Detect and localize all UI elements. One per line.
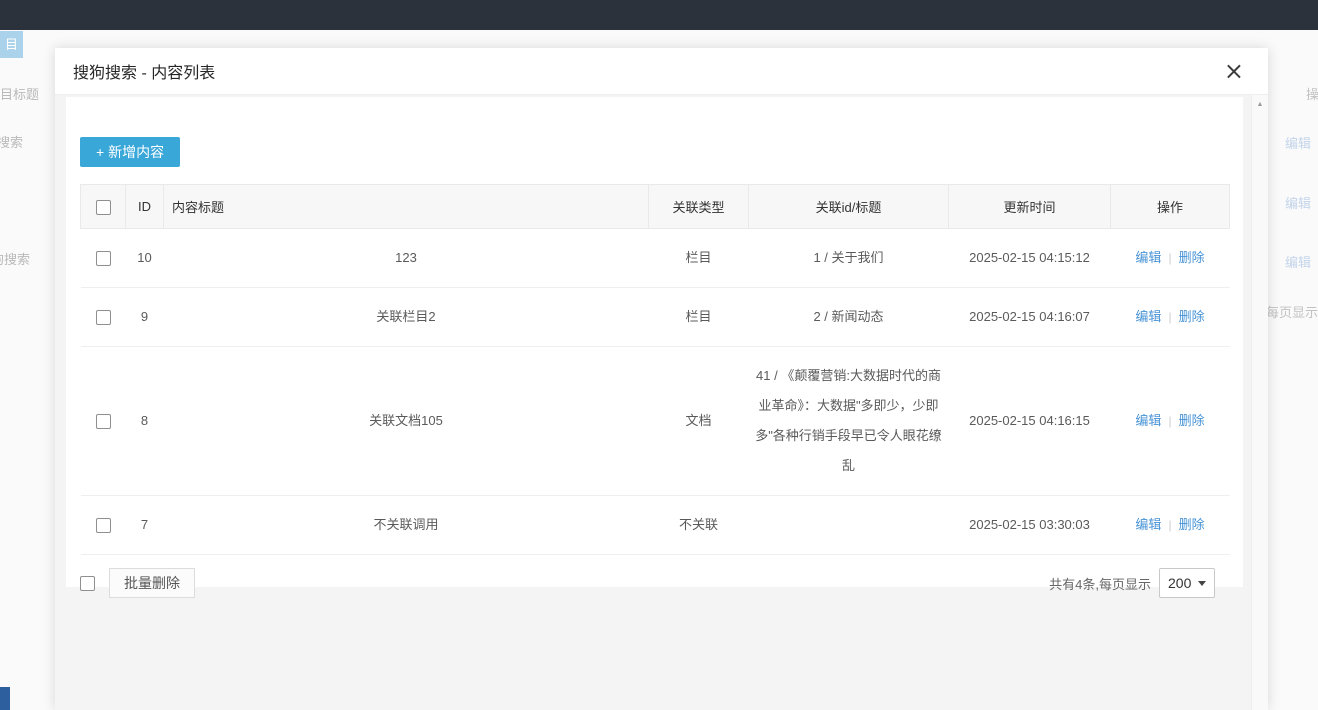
row-type: 栏目 [649,288,749,347]
bg-edit-link: 编辑 [1285,133,1311,152]
footer-select-all-checkbox[interactable] [80,576,95,591]
modal-header: 搜狗搜索 - 内容列表 × [55,48,1268,95]
edit-link[interactable]: 编辑 [1135,309,1161,324]
page-background: 目 目标题 搜索 狗搜索 操 编辑 编辑 编辑 每页显示 搜狗搜索 - 内容列表… [0,0,1318,710]
row-checkbox-cell [81,496,126,555]
content-card: + 新增内容 ID 内容标题 关联类型 关联id/标题 更新时间 操作 [66,97,1243,587]
select-all-checkbox[interactable] [96,200,111,215]
row-checkbox-cell [81,229,126,288]
row-checkbox[interactable] [96,414,111,429]
row-time: 2025-02-15 04:15:12 [949,229,1111,288]
row-relation: 2 / 新闻动态 [749,288,949,347]
row-title: 关联栏目2 [164,288,649,347]
row-relation: 1 / 关于我们 [749,229,949,288]
row-time: 2025-02-15 04:16:15 [949,347,1111,496]
bg-pagesize-label: 每页显示 [1266,302,1318,321]
table-header: ID 内容标题 关联类型 关联id/标题 更新时间 操作 [81,185,1230,229]
table-row: 10123栏目1 / 关于我们2025-02-15 04:15:12 编辑 | 删除 [81,229,1230,288]
bg-actions-column-header: 操 [1306,84,1318,103]
delete-link[interactable]: 删除 [1179,250,1205,265]
row-relation: 41 / 《颠覆营销:大数据时代的商业革命》：大数据"多即少，少即多"各种行销手… [749,347,949,496]
row-id: 10 [126,229,164,288]
top-bar [0,0,1318,30]
add-content-button[interactable]: + 新增内容 [80,137,180,167]
modal-body: + 新增内容 ID 内容标题 关联类型 关联id/标题 更新时间 操作 [66,97,1243,587]
action-separator: | [1168,310,1171,324]
table-row: 9关联栏目2栏目2 / 新闻动态2025-02-15 04:16:07 编辑 | 删除 [81,288,1230,347]
record-summary: 共有4条,每页显示 [1049,574,1151,593]
scroll-up-icon[interactable]: ▲ [1252,101,1268,108]
bg-edit-link: 编辑 [1285,252,1311,271]
row-checkbox-cell [81,347,126,496]
column-header-time: 更新时间 [949,185,1111,229]
content-list-modal: 搜狗搜索 - 内容列表 × ▲ + 新增内容 ID 内容标题 关联类型 关联id… [55,48,1268,710]
action-separator: | [1168,251,1171,265]
row-checkbox[interactable] [96,518,111,533]
row-checkbox-cell [81,288,126,347]
row-title: 123 [164,229,649,288]
delete-link[interactable]: 删除 [1179,413,1205,428]
page-size-value: 200 [1168,575,1191,591]
edit-link[interactable]: 编辑 [1135,413,1161,428]
row-id: 7 [126,496,164,555]
delete-link[interactable]: 删除 [1179,309,1205,324]
row-title: 关联文档105 [164,347,649,496]
content-table: ID 内容标题 关联类型 关联id/标题 更新时间 操作 10123栏目1 / … [80,184,1230,555]
row-actions: 编辑 | 删除 [1111,347,1230,496]
row-relation [749,496,949,555]
row-actions: 编辑 | 删除 [1111,496,1230,555]
column-header-ops: 操作 [1111,185,1230,229]
batch-delete-button[interactable]: 批量删除 [109,568,195,598]
modal-scrollbar[interactable]: ▲ [1251,95,1268,710]
row-checkbox[interactable] [96,251,111,266]
row-type: 栏目 [649,229,749,288]
card-footer: 批量删除 共有4条,每页显示 200 [80,568,1229,598]
column-header-relation: 关联id/标题 [749,185,949,229]
row-actions: 编辑 | 删除 [1111,229,1230,288]
row-title: 不关联调用 [164,496,649,555]
page-size-select[interactable]: 200 [1159,568,1215,598]
table-row: 7不关联调用不关联 2025-02-15 03:30:03 编辑 | 删除 [81,496,1230,555]
bg-sidebar-item: 目标题 [0,84,39,103]
action-separator: | [1168,414,1171,428]
bg-sidebar-item: 狗搜索 [0,249,30,268]
table-row: 8关联文档105文档41 / 《颠覆营销:大数据时代的商业革命》：大数据"多即少… [81,347,1230,496]
delete-link[interactable]: 删除 [1179,517,1205,532]
row-actions: 编辑 | 删除 [1111,288,1230,347]
row-time: 2025-02-15 03:30:03 [949,496,1111,555]
row-id: 8 [126,347,164,496]
row-type: 文档 [649,347,749,496]
close-icon[interactable]: × [1224,61,1244,81]
table-body: 10123栏目1 / 关于我们2025-02-15 04:15:12编辑|删除9… [81,229,1230,555]
column-header-type: 关联类型 [649,185,749,229]
action-separator: | [1168,518,1171,532]
sidebar-active-badge: 目 [0,31,23,58]
edit-link[interactable]: 编辑 [1135,250,1161,265]
chevron-down-icon [1198,581,1206,586]
bottom-left-accent [0,687,10,710]
row-checkbox[interactable] [96,310,111,325]
column-header-id: ID [126,185,164,229]
column-header-title: 内容标题 [164,185,649,229]
row-type: 不关联 [649,496,749,555]
bg-edit-link: 编辑 [1285,193,1311,212]
edit-link[interactable]: 编辑 [1135,517,1161,532]
bg-sidebar-item: 搜索 [0,132,23,151]
row-id: 9 [126,288,164,347]
modal-title: 搜狗搜索 - 内容列表 [73,59,215,83]
row-time: 2025-02-15 04:16:07 [949,288,1111,347]
